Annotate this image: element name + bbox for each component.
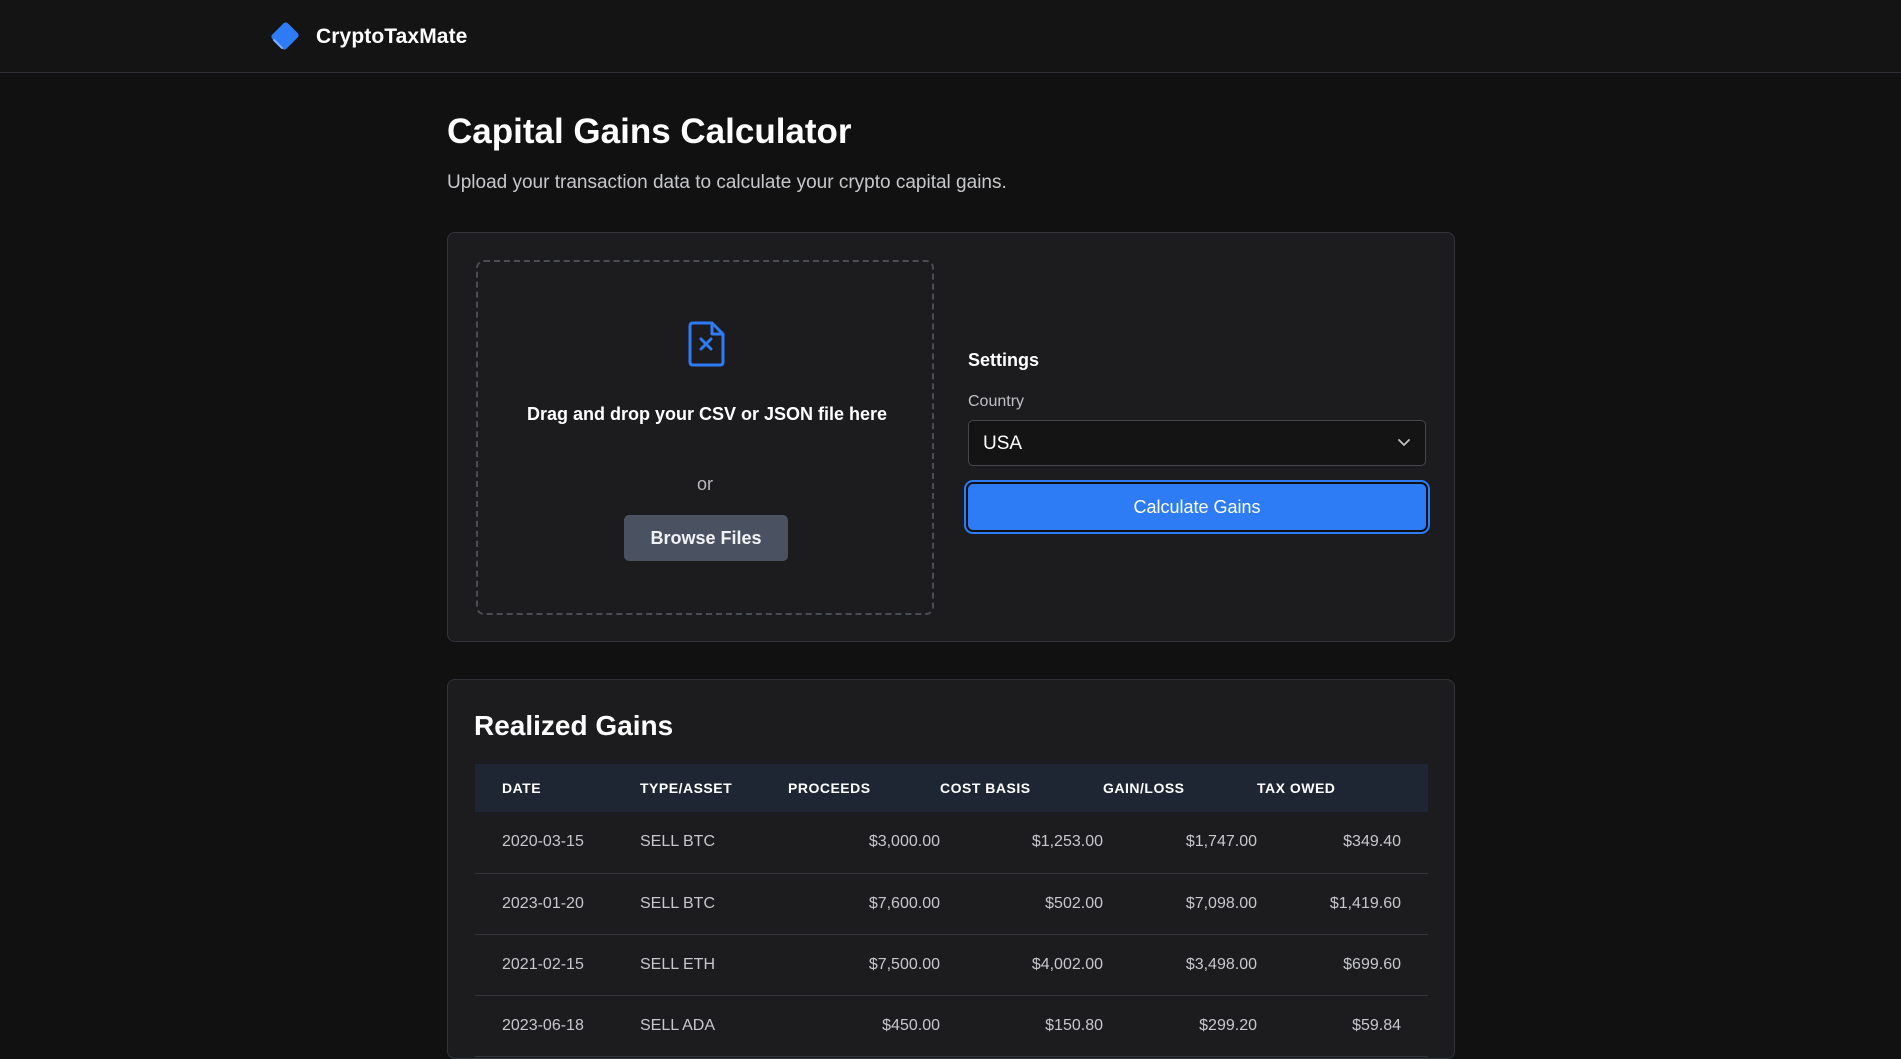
realized-gains-title: Realized Gains xyxy=(474,710,674,741)
page-title: Capital Gains Calculator xyxy=(447,112,852,151)
column-header-type-asset: TYPE/ASSET xyxy=(640,780,733,796)
cell-proceeds: $7,500.00 xyxy=(788,934,940,996)
table-row: 2023-06-18 SELL ADA $450.00 $150.80 $299… xyxy=(475,995,1428,1057)
table-row: 2023-01-20 SELL BTC $7,600.00 $502.00 $7… xyxy=(475,873,1428,935)
cell-cost-basis: $502.00 xyxy=(940,873,1103,935)
column-header-date: DATE xyxy=(502,780,542,796)
settings-title: Settings xyxy=(968,350,1040,370)
cell-cost-basis: $4,002.00 xyxy=(940,934,1103,996)
top-navbar: CryptoTaxMate xyxy=(0,0,1901,73)
cell-date: 2021-02-15 xyxy=(475,934,640,996)
cell-gain-loss: $299.20 xyxy=(1103,995,1257,1057)
column-header-gain-loss: GAIN/LOSS xyxy=(1103,780,1185,796)
cell-tax-owed: $59.84 xyxy=(1257,995,1428,1057)
realized-gains-table: DATE TYPE/ASSET PROCEEDS COST BASIS GAIN… xyxy=(475,764,1428,1057)
chevron-down-icon xyxy=(1398,439,1410,446)
calculate-gains-button[interactable]: Calculate Gains xyxy=(968,484,1426,530)
file-x-icon xyxy=(688,321,725,367)
cell-type-asset: SELL BTC xyxy=(640,873,788,935)
cell-type-asset: SELL ADA xyxy=(640,995,788,1057)
upload-card: Drag and drop your CSV or JSON file here… xyxy=(447,232,1455,642)
tag-logo-icon xyxy=(271,22,299,50)
cell-tax-owed: $349.40 xyxy=(1257,812,1428,874)
brand-name: CryptoTaxMate xyxy=(316,25,468,48)
cell-cost-basis: $150.80 xyxy=(940,995,1103,1057)
column-header-proceeds: PROCEEDS xyxy=(788,780,871,796)
cell-type-asset: SELL BTC xyxy=(640,812,788,874)
file-dropzone[interactable]: Drag and drop your CSV or JSON file here… xyxy=(476,260,934,615)
column-header-cost-basis: COST BASIS xyxy=(940,780,1031,796)
cell-date: 2023-06-18 xyxy=(475,995,640,1057)
cell-proceeds: $3,000.00 xyxy=(788,812,940,874)
table-row: 2021-02-15 SELL ETH $7,500.00 $4,002.00 … xyxy=(475,934,1428,996)
cell-gain-loss: $3,498.00 xyxy=(1103,934,1257,996)
page-subtitle: Upload your transaction data to calculat… xyxy=(447,172,1007,193)
country-label: Country xyxy=(968,393,1025,410)
settings-panel: Settings Country USA Calculate Gains xyxy=(968,350,1428,530)
column-header-tax-owed: TAX OWED xyxy=(1257,780,1336,796)
cell-tax-owed: $1,419.60 xyxy=(1257,873,1428,935)
country-selected-value: USA xyxy=(983,433,1023,454)
country-select[interactable]: USA xyxy=(968,420,1426,466)
cell-proceeds: $450.00 xyxy=(788,995,940,1057)
dropzone-or: or xyxy=(696,474,713,494)
cell-proceeds: $7,600.00 xyxy=(788,873,940,935)
cell-date: 2020-03-15 xyxy=(475,812,640,874)
cell-cost-basis: $1,253.00 xyxy=(940,812,1103,874)
cell-date: 2023-01-20 xyxy=(475,873,640,935)
table-row: 2020-03-15 SELL BTC $3,000.00 $1,253.00 … xyxy=(475,812,1428,874)
cell-type-asset: SELL ETH xyxy=(640,934,788,996)
table-header-row: DATE TYPE/ASSET PROCEEDS COST BASIS GAIN… xyxy=(475,764,1428,812)
dropzone-prompt: Drag and drop your CSV or JSON file here xyxy=(526,404,888,424)
cell-gain-loss: $1,747.00 xyxy=(1103,812,1257,874)
browse-files-button[interactable]: Browse Files xyxy=(624,515,788,561)
realized-gains-card: Realized Gains DATE TYPE/ASSET PROCEEDS … xyxy=(447,679,1455,1059)
cell-tax-owed: $699.60 xyxy=(1257,934,1428,996)
brand[interactable]: CryptoTaxMate xyxy=(268,20,467,54)
cell-gain-loss: $7,098.00 xyxy=(1103,873,1257,935)
